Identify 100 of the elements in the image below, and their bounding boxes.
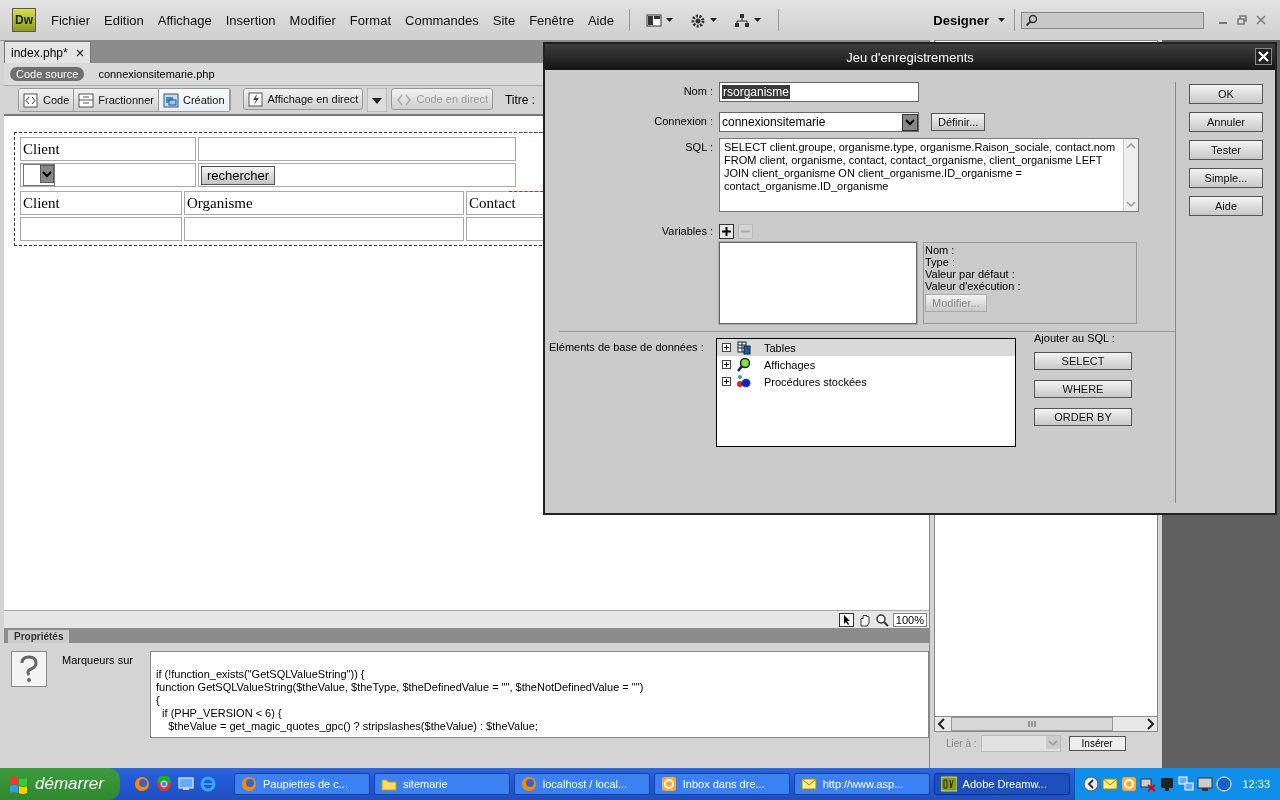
mail-app-icon (660, 776, 677, 792)
code-line: function GetSQLValueString($theValue, $theType, $theDefinedValue = "", $theNotDefinedValue = "") (156, 681, 645, 694)
code-line: $theValue = get_magic_quotes_gpc() ? stripslashes($theValue) : $theValue; (167, 720, 539, 733)
field-label: Lier à : (946, 737, 977, 749)
grip-icon (1028, 720, 1036, 728)
taskbar-button[interactable]: localhost / local... (513, 773, 650, 795)
menu-item[interactable]: Affichage (150, 12, 219, 28)
taskbar-button[interactable]: Adobe Dreamw... (933, 773, 1070, 795)
expand-icon[interactable] (722, 343, 731, 352)
caret-icon (997, 16, 1006, 24)
caret-icon[interactable] (753, 16, 762, 24)
code-icon (23, 92, 39, 108)
define-button[interactable]: Définir... (931, 113, 986, 131)
menu-item[interactable]: Format (342, 12, 399, 28)
add-to-sql-button[interactable]: WHERE (1034, 380, 1132, 398)
sitemap-icon[interactable] (734, 12, 750, 28)
close-icon[interactable] (75, 48, 84, 57)
caret-icon[interactable] (665, 16, 674, 24)
column-header: Client (20, 191, 182, 215)
view-button[interactable]: Fractionner (74, 89, 159, 111)
desktop-icon[interactable] (177, 776, 194, 792)
dropdown-arrow-icon[interactable] (367, 88, 388, 112)
field-label: Marqueurs sur (61, 653, 134, 668)
workspace-switcher[interactable]: Designer (925, 12, 1014, 28)
magnifier-icon (736, 357, 751, 372)
monitor-icon[interactable] (1158, 776, 1175, 792)
gear-icon[interactable] (690, 12, 706, 28)
chevron-left-icon[interactable] (1082, 776, 1099, 792)
view-button[interactable]: Création (158, 89, 230, 111)
tree-item[interactable]: Tables (717, 339, 1015, 356)
document-tab[interactable]: index.php* (4, 41, 91, 63)
expand-icon[interactable] (722, 360, 731, 369)
code-line: { (156, 694, 161, 707)
taskbar-button[interactable]: sitemarie (373, 773, 510, 795)
design-icon (162, 92, 179, 108)
variables-list[interactable] (719, 242, 917, 324)
field-label: Ajouter au SQL : (1034, 332, 1116, 344)
pointer-icon[interactable] (838, 612, 854, 627)
field-label: Connexion : (653, 114, 713, 129)
field-label: Valeur par défaut : (925, 268, 1016, 280)
browser-icon[interactable] (155, 776, 172, 792)
dialog-button[interactable]: Simple... (1189, 168, 1263, 188)
live-view-button[interactable]: Affichage en direct (242, 88, 364, 110)
menu-item[interactable]: Fenêtre (522, 12, 581, 28)
dialog-button[interactable]: OK (1189, 84, 1263, 104)
menu-item[interactable]: Aide (580, 12, 621, 28)
display-icon[interactable] (1196, 776, 1213, 792)
taskbar-button[interactable]: http://www.asp... (793, 773, 930, 795)
field-label: Nom : (925, 244, 956, 256)
add-icon[interactable] (719, 224, 734, 239)
tree-item[interactable]: Affichages (717, 356, 1015, 373)
restore-icon[interactable] (1237, 15, 1247, 25)
dialog-button[interactable]: Aide (1189, 196, 1263, 216)
globe-icon[interactable] (133, 776, 150, 792)
start-button[interactable]: démarrer (0, 768, 120, 800)
globe-icon (240, 776, 257, 792)
search-field[interactable] (1021, 11, 1204, 29)
bolt-icon (247, 91, 264, 107)
dialog-button[interactable]: Tester (1189, 140, 1263, 160)
related-file[interactable]: connexionsitemarie.php (92, 67, 221, 81)
menu-item[interactable]: Fichier (44, 12, 97, 28)
zoom-icon[interactable] (874, 612, 890, 627)
add-to-sql-button[interactable]: SELECT (1034, 352, 1132, 370)
search-button[interactable]: rechercher (201, 165, 276, 185)
menu-item[interactable]: Modifier (282, 12, 343, 28)
field-label: Type : (925, 256, 956, 268)
name-field[interactable]: rsorganisme (719, 82, 919, 102)
field-label: Variables : (660, 224, 713, 239)
envelope-icon (800, 776, 817, 792)
circle-icon[interactable] (1215, 776, 1232, 792)
select-field[interactable] (23, 164, 55, 186)
menu-item[interactable]: Edition (97, 12, 151, 28)
tree-item[interactable]: Procédures stockées (717, 373, 1015, 390)
network-icon[interactable] (1139, 776, 1156, 792)
add-to-sql-button[interactable]: ORDER BY (1034, 408, 1132, 426)
scrollbar[interactable] (934, 716, 1158, 732)
code-line: if (!function_exists("GetSQLValueString")) { (156, 668, 366, 681)
clock: 12:33 (1242, 778, 1271, 790)
field-label: Titre : (505, 93, 536, 107)
layout-icon[interactable] (646, 12, 662, 28)
caret-icon[interactable] (709, 16, 718, 24)
close-icon[interactable] (1255, 48, 1272, 65)
folder-icon (380, 776, 397, 792)
menu-item[interactable]: Commandes (398, 12, 486, 28)
panel-tab[interactable]: Propriétés (8, 630, 70, 643)
taskbar-button[interactable]: Inbox dans dre... (653, 773, 790, 795)
mail-app-icon[interactable] (1120, 776, 1137, 792)
field-label: SQL : (684, 140, 713, 155)
expand-icon[interactable] (722, 377, 731, 386)
menu-item[interactable]: Insertion (218, 12, 283, 28)
insert-button[interactable]: Insérer (1068, 735, 1126, 751)
related-file[interactable]: Code source (10, 67, 85, 81)
connection-select[interactable]: connexionsitemarie (719, 112, 919, 132)
app-icon (940, 776, 957, 792)
field-label: Nom : (682, 84, 713, 99)
menu-item[interactable]: Site (485, 12, 523, 28)
dialog-button[interactable]: Annuler (1189, 112, 1263, 132)
zoom-field[interactable]: 100% (892, 612, 927, 627)
taskbar-button[interactable]: Paupiettes de c... (233, 773, 370, 795)
view-button[interactable]: Code (19, 89, 75, 111)
